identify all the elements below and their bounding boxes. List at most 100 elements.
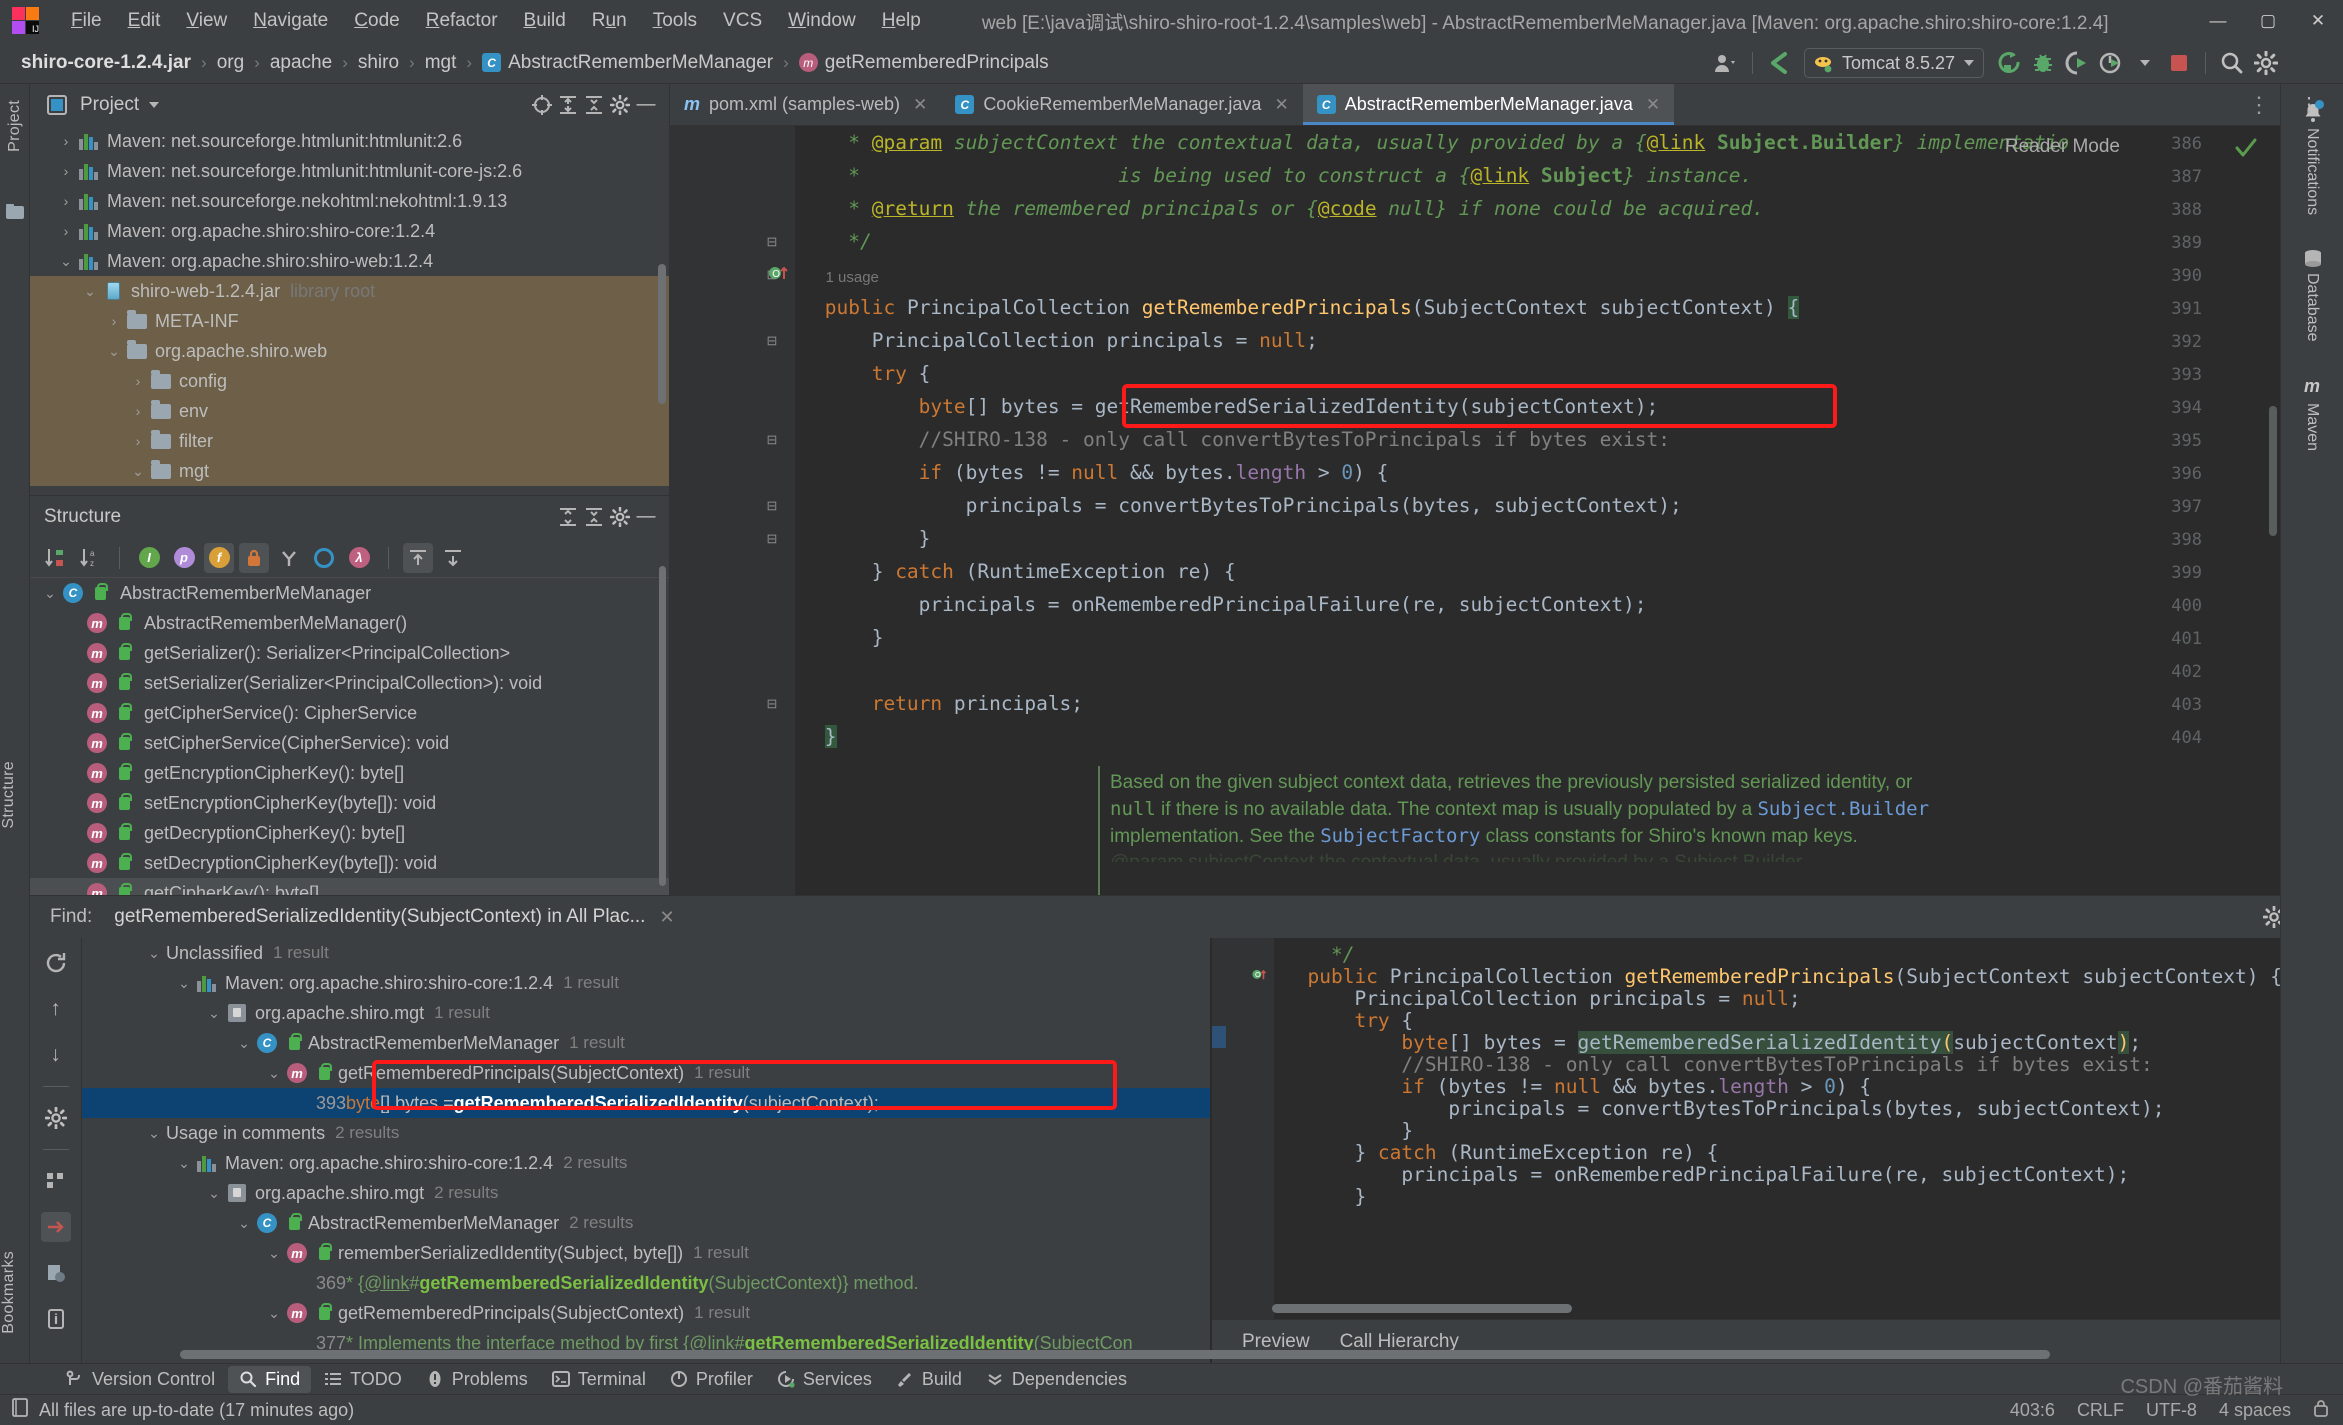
open-in-editor-icon[interactable] [41, 1258, 71, 1288]
tool-window-terminal[interactable]: Terminal [541, 1366, 657, 1393]
project-tree-row[interactable]: › Maven: org.apache.shiro:shiro-core:1.2.… [30, 216, 669, 246]
chevron-down-icon[interactable]: ⌄ [54, 253, 78, 270]
chevron-right-icon[interactable]: › [54, 193, 78, 209]
chevron-down-icon[interactable]: ⌄ [172, 1155, 196, 1172]
more-options-icon[interactable]: ⋮ [2299, 92, 2319, 117]
sort-alphabetically-icon[interactable]: az [75, 543, 105, 573]
file-encoding[interactable]: UTF-8 [2146, 1400, 2197, 1421]
structure-tree-row[interactable]: m AbstractRememberMeManager() [30, 608, 669, 638]
search-everywhere-icon[interactable] [2215, 46, 2249, 80]
rail-item-bookmarks[interactable]: Bookmarks [0, 1239, 18, 1346]
menu-view[interactable]: View [173, 7, 240, 35]
structure-tree-row[interactable]: m setCipherService(CipherService): void [30, 728, 669, 758]
tool-window-todo[interactable]: TODO [313, 1366, 413, 1393]
find-result-row[interactable]: ⌄ Maven: org.apache.shiro:shiro-core:1.2.… [82, 1148, 1210, 1178]
menu-file[interactable]: File [58, 7, 115, 35]
breadcrumb-item-2[interactable]: apache [267, 50, 335, 76]
hide-panel-icon[interactable]: — [633, 92, 659, 118]
breadcrumb-item-1[interactable]: org [214, 50, 247, 76]
structure-tree-row[interactable]: m getSerializer(): Serializer<PrincipalCo… [30, 638, 669, 668]
code-editor[interactable]: 386 387 388 389 390 391 392 393 394 395 … [670, 126, 2280, 895]
tool-window-profiler[interactable]: Profiler [659, 1366, 764, 1393]
structure-tree-row[interactable]: ⌄ C AbstractRememberMeManager [30, 578, 669, 608]
structure-y-icon[interactable] [274, 543, 304, 573]
chevron-down-icon[interactable]: ⌄ [202, 1185, 226, 1202]
project-tree-row[interactable]: › Maven: net.sourceforge.nekohtml:nekohtm… [30, 186, 669, 216]
project-scrollbar[interactable] [658, 264, 666, 404]
show-properties-icon[interactable]: p [169, 543, 199, 573]
settings-icon[interactable] [607, 92, 633, 118]
export-results-icon[interactable] [40, 1212, 71, 1242]
line-separator[interactable]: CRLF [2077, 1400, 2124, 1421]
structure-tree[interactable]: ⌄ C AbstractRememberMeManager m AbstractReme… [30, 578, 669, 895]
editor-tabs-more-icon[interactable]: ⋮ [2248, 84, 2280, 125]
tool-window-version-control[interactable]: Version Control [55, 1366, 226, 1393]
editor-tab-pom-xml[interactable]: m pom.xml (samples-web) ✕ [670, 84, 941, 125]
editor-vertical-scrollbar[interactable] [2269, 406, 2277, 536]
project-tree-row[interactable]: › META-INF [30, 306, 669, 336]
chevron-down-icon[interactable]: ⌄ [262, 1245, 286, 1262]
collapse-all-icon[interactable] [581, 92, 607, 118]
show-inherited-icon[interactable]: I [134, 543, 164, 573]
find-result-row[interactable]: ⌄ C AbstractRememberMeManager 1 result [82, 1028, 1210, 1058]
project-tree-row[interactable]: ⌄ mgt [30, 456, 669, 486]
breadcrumb-item-5[interactable]: C AbstractRememberMeManager [479, 50, 776, 76]
sort-by-visibility-icon[interactable] [40, 543, 70, 573]
find-result-row[interactable]: ⌄ Unclassified 1 result [82, 938, 1210, 968]
menu-build[interactable]: Build [511, 7, 579, 35]
close-button[interactable]: ✕ [2293, 0, 2343, 42]
chevron-down-icon[interactable]: ⌄ [262, 1065, 286, 1082]
chevron-right-icon[interactable]: › [54, 133, 78, 149]
breadcrumb-item-6[interactable]: m getRememberedPrincipals [796, 50, 1052, 76]
info-icon[interactable] [41, 1304, 71, 1334]
project-tree-row[interactable]: › Maven: net.sourceforge.htmlunit:htmluni… [30, 156, 669, 186]
menu-code[interactable]: Code [341, 7, 412, 35]
chevron-down-icon[interactable]: ⌄ [38, 585, 62, 602]
structure-tree-row[interactable]: m setDecryptionCipherKey(byte[]): void [30, 848, 669, 878]
chevron-down-icon[interactable]: ⌄ [102, 343, 126, 360]
tool-window-find[interactable]: Find [228, 1365, 312, 1393]
preview-horizontal-scrollbar[interactable] [1272, 1304, 1572, 1313]
settings-icon[interactable] [607, 504, 633, 530]
tool-window-services[interactable]: Services [766, 1366, 883, 1393]
user-settings-icon[interactable] [1709, 46, 1743, 80]
menu-help[interactable]: Help [869, 7, 934, 35]
chevron-down-icon[interactable]: ⌄ [232, 1035, 256, 1052]
scroll-from-source-icon[interactable] [529, 92, 555, 118]
show-fields-icon[interactable]: f [204, 542, 234, 573]
show-lambdas-icon[interactable]: λ [344, 543, 374, 573]
close-icon[interactable]: ✕ [659, 907, 674, 928]
project-tree-row[interactable]: ⌄ shiro-web-1.2.4.jar library root [30, 276, 669, 306]
reader-mode-label[interactable]: Reader Mode [2005, 136, 2120, 158]
structure-tree-row[interactable]: m getEncryptionCipherKey(): byte[] [30, 758, 669, 788]
find-result-row[interactable]: ⌄ m getRememberedPrincipals(SubjectContext… [82, 1298, 1210, 1328]
project-tree-row[interactable]: › config [30, 366, 669, 396]
chevron-down-icon[interactable]: ⌄ [172, 975, 196, 992]
maximize-button[interactable]: ▢ [2243, 0, 2293, 42]
find-result-row[interactable]: ⌄ m rememberSerializedIdentity(Subject, by… [82, 1238, 1210, 1268]
rail-item-project[interactable]: Project [0, 84, 29, 164]
chevron-down-icon[interactable]: ⌄ [202, 1005, 226, 1022]
previous-occurrence-icon[interactable]: ↑ [41, 994, 71, 1024]
chevron-right-icon[interactable]: › [102, 313, 126, 329]
menu-edit[interactable]: Edit [115, 7, 174, 35]
breadcrumb-item-3[interactable]: shiro [355, 50, 402, 76]
chevron-right-icon[interactable]: › [126, 433, 150, 449]
project-tree-row[interactable]: ⌄ org.apache.shiro.web [30, 336, 669, 366]
run-icon[interactable] [1992, 46, 2026, 80]
close-icon[interactable]: ✕ [913, 95, 927, 115]
tool-window-build[interactable]: Build [885, 1366, 973, 1393]
expand-all-structure-icon[interactable] [403, 542, 433, 573]
find-result-row[interactable]: ⌄ Maven: org.apache.shiro:shiro-core:1.2.… [82, 968, 1210, 998]
find-preview-pane[interactable]: 389 390 391 392 393 394 395 396 397 398 … [1212, 938, 2343, 1363]
chevron-down-icon[interactable] [149, 102, 160, 108]
find-result-row[interactable]: ⌄ Usage in comments 2 results [82, 1118, 1210, 1148]
structure-tree-row[interactable]: m setSerializer(Serializer<PrincipalColle… [30, 668, 669, 698]
editor-tab-cookieremembermemanager[interactable]: C CookieRememberMeManager.java ✕ [941, 84, 1302, 125]
caret-position[interactable]: 403:6 [2010, 1400, 2055, 1421]
structure-tree-row[interactable]: m getCipherService(): CipherService [30, 698, 669, 728]
chevron-down-icon[interactable]: ⌄ [142, 945, 166, 962]
close-icon[interactable]: ✕ [1646, 95, 1660, 115]
menu-refactor[interactable]: Refactor [413, 7, 511, 35]
find-result-match-row[interactable]: 393 byte[] bytes = getRememberedSerializ… [82, 1088, 1210, 1118]
